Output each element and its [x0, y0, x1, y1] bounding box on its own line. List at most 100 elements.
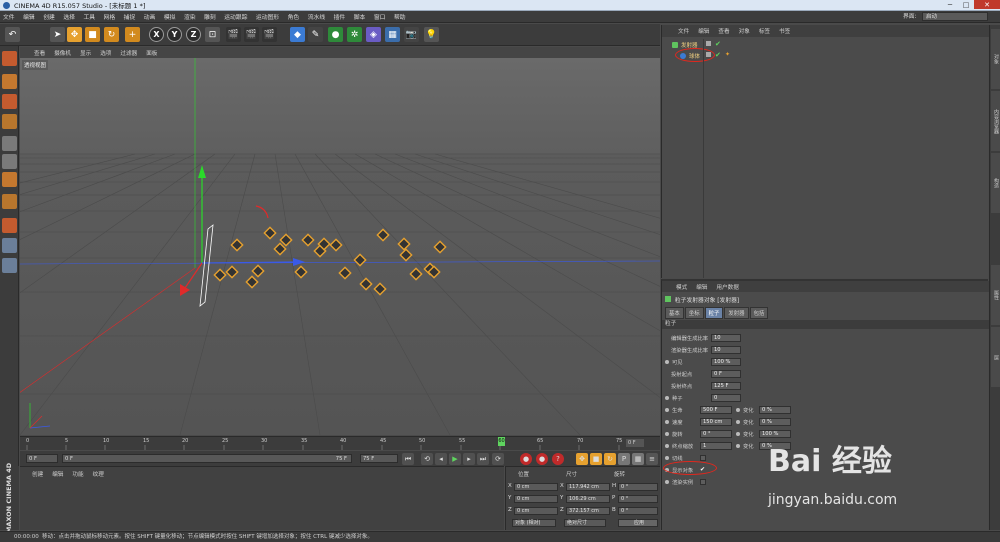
tab-layers[interactable]: 层	[991, 327, 1000, 387]
key-pla-icon[interactable]: ▦	[632, 453, 644, 465]
rotation-field[interactable]: 0 °	[700, 429, 732, 438]
minimize-button[interactable]: ─	[942, 0, 958, 9]
particle[interactable]	[301, 233, 315, 247]
attr-menu-edit[interactable]: 编辑	[696, 283, 707, 291]
tab-particle[interactable]: 粒子	[704, 307, 724, 319]
particle[interactable]	[353, 253, 367, 267]
animate-dot-icon[interactable]	[665, 419, 669, 424]
rot-p-field[interactable]: 0 °	[618, 495, 658, 503]
key-position-icon[interactable]: ✥	[576, 453, 588, 465]
particle[interactable]	[338, 266, 352, 280]
goto-start-icon[interactable]: ⏮	[402, 453, 414, 465]
tab-objects[interactable]: 对象	[991, 29, 1000, 89]
size-y-field[interactable]: 106.29 cm	[566, 495, 610, 503]
particle[interactable]	[294, 265, 308, 279]
floor-icon[interactable]: ▦	[385, 27, 400, 42]
viewport-menu-options[interactable]: 选项	[100, 49, 111, 57]
object-menu-file[interactable]: 文件	[678, 27, 689, 35]
particle[interactable]	[433, 240, 447, 254]
tweak-mode-icon[interactable]	[2, 218, 17, 233]
render-picture-viewer-icon[interactable]: 🎬	[244, 27, 259, 42]
material-menu-edit[interactable]: 编辑	[52, 470, 63, 478]
x-axis-handle[interactable]	[184, 262, 203, 289]
emission-start-field[interactable]: 0 F	[711, 369, 741, 378]
tab-content-browser[interactable]: 内容浏览器	[991, 91, 1000, 151]
edges-mode-icon[interactable]	[2, 154, 17, 169]
render-settings-icon[interactable]: 🎬	[262, 27, 277, 42]
speed-variation-field[interactable]: 0 %	[759, 417, 791, 426]
pos-z-field[interactable]: 0 cm	[514, 507, 558, 515]
tab-include[interactable]: 包括	[749, 307, 769, 319]
move-tool-icon[interactable]: ✥	[67, 27, 82, 42]
lifetime-field[interactable]: 500 F	[700, 405, 732, 414]
current-frame-field[interactable]: 0 F	[26, 454, 58, 463]
prev-frame-icon[interactable]: ◂	[435, 453, 447, 465]
animate-dot-icon[interactable]	[665, 479, 669, 484]
particle[interactable]	[359, 277, 373, 291]
goto-end-icon[interactable]: ⏭	[477, 453, 489, 465]
render-instances-checkbox[interactable]	[700, 478, 706, 485]
axis-mode-icon[interactable]	[2, 194, 17, 209]
particle[interactable]	[373, 282, 387, 296]
menu-mograph[interactable]: 运动图形	[256, 12, 279, 21]
menu-pipeline[interactable]: 流水线	[308, 12, 325, 21]
workplane-mode-icon[interactable]	[2, 114, 17, 129]
attr-menu-mode[interactable]: 模式	[676, 283, 687, 291]
scale-tool-icon[interactable]: ■	[85, 27, 100, 42]
coordinate-mode-select[interactable]: 对象 (相对)	[512, 519, 556, 527]
particle[interactable]	[251, 264, 265, 278]
close-button[interactable]: ✕	[974, 0, 1000, 9]
key-scale-icon[interactable]: ■	[590, 453, 602, 465]
render-view-icon[interactable]: 🎬	[226, 27, 241, 42]
deformer-icon[interactable]: ◈	[366, 27, 381, 42]
menu-select[interactable]: 选择	[63, 12, 75, 21]
model-mode-icon[interactable]	[2, 74, 17, 89]
maximize-button[interactable]: □	[958, 0, 974, 9]
tab-emitter[interactable]: 发射器	[724, 307, 749, 319]
seed-field[interactable]: 0	[711, 393, 741, 402]
viewport-menu-filter[interactable]: 过滤器	[120, 49, 137, 57]
size-mode-select[interactable]: 绝对尺寸	[564, 519, 606, 527]
y-axis-lock-icon[interactable]: Y	[167, 27, 182, 42]
rotation-handle[interactable]	[255, 205, 269, 219]
z-axis-lock-icon[interactable]: Z	[186, 27, 201, 42]
animate-dot-icon[interactable]	[736, 431, 740, 436]
tab-coord[interactable]: 坐标	[684, 307, 704, 319]
object-menu-tags[interactable]: 标签	[759, 27, 770, 35]
animate-dot-icon[interactable]	[665, 395, 669, 400]
animate-dot-icon[interactable]	[736, 443, 740, 448]
end-frame-field[interactable]: 75 F	[360, 454, 398, 463]
rot-h-field[interactable]: 0 °	[618, 483, 658, 491]
animate-dot-icon[interactable]	[665, 431, 669, 436]
menu-window[interactable]: 窗口	[374, 12, 386, 21]
select-cursor-icon[interactable]: ➤	[50, 27, 65, 42]
object-menu-objects[interactable]: 对象	[739, 27, 750, 35]
end-scale-variation-field[interactable]: 0 %	[759, 441, 791, 450]
goto-prev-key-icon[interactable]: ⟲	[421, 453, 433, 465]
nurbs-icon[interactable]: ●	[328, 27, 343, 42]
menu-plugins[interactable]: 插件	[334, 12, 346, 21]
particle[interactable]	[225, 265, 239, 279]
points-mode-icon[interactable]	[2, 136, 17, 151]
pos-y-field[interactable]: 0 cm	[514, 495, 558, 503]
viewport-menu-display[interactable]: 显示	[80, 49, 91, 57]
tab-basic[interactable]: 基本	[665, 307, 684, 319]
animate-dot-icon[interactable]	[665, 455, 669, 460]
coordinate-system-icon[interactable]: ⊡	[205, 27, 220, 42]
menu-edit[interactable]: 编辑	[23, 12, 35, 21]
viewport-menu-panel[interactable]: 面板	[146, 49, 157, 57]
particle[interactable]	[329, 238, 343, 252]
menu-mesh[interactable]: 网格	[104, 12, 116, 21]
size-x-field[interactable]: 117.942 cm	[566, 483, 610, 491]
record-icon[interactable]: ●	[520, 453, 532, 465]
menu-animate[interactable]: 动画	[144, 12, 156, 21]
rotate-tool-icon[interactable]: ↻	[104, 27, 119, 42]
object-menu-edit[interactable]: 编辑	[698, 27, 709, 35]
menu-help[interactable]: 帮助	[394, 12, 406, 21]
tab-attributes[interactable]: 属性	[991, 265, 1000, 325]
enabled-check-icon[interactable]: ✔	[715, 51, 721, 59]
pos-x-field[interactable]: 0 cm	[514, 483, 558, 491]
x-axis-lock-icon[interactable]: X	[149, 27, 164, 42]
menu-motion-tracking[interactable]: 运动跟踪	[224, 12, 247, 21]
snapping-icon[interactable]	[2, 238, 17, 253]
